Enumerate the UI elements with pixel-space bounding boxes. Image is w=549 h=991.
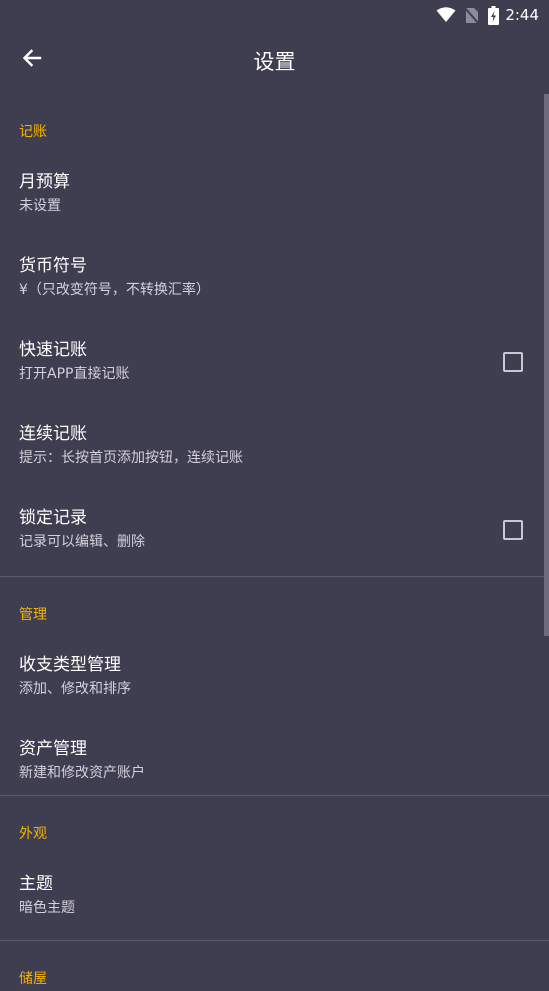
status-icons: 2:44 (436, 4, 539, 26)
no-sim-icon (465, 6, 480, 24)
section-divider (0, 576, 549, 577)
pref-summary: 未设置 (19, 198, 61, 214)
section-divider (0, 940, 549, 941)
pref-title: 资产管理 (19, 739, 87, 759)
pref-summary: 记录可以编辑、删除 (19, 534, 145, 550)
pref-title: 快速记账 (19, 340, 87, 360)
pref-summary: 暗色主题 (19, 900, 75, 916)
category-record: 记账 (19, 124, 47, 140)
pref-title: 锁定记录 (19, 508, 87, 528)
battery-charging-icon (488, 5, 500, 25)
settings-list: 记账 月预算 未设置 货币符号 ¥（只改变符号，不转换汇率） 快速记账 打开AP… (0, 92, 549, 991)
pref-category-manage[interactable]: 收支类型管理 添加、修改和排序 (0, 653, 549, 737)
pref-lock-record[interactable]: 锁定记录 记录可以编辑、删除 (0, 506, 549, 576)
toolbar: 设置 (0, 30, 549, 92)
category-backup: 储屋 (19, 971, 47, 987)
category-appearance: 外观 (19, 826, 47, 842)
pref-theme[interactable]: 主题 暗色主题 (0, 872, 549, 940)
pref-monthly-budget[interactable]: 月预算 未设置 (0, 170, 549, 254)
page-title: 设置 (253, 50, 296, 74)
scrollbar[interactable] (544, 94, 549, 636)
pref-summary: 新建和修改资产账户 (19, 765, 145, 781)
quick-record-checkbox[interactable] (503, 352, 523, 372)
wifi-icon (436, 7, 456, 23)
section-divider (0, 795, 549, 796)
pref-summary: ¥（只改变符号，不转换汇率） (19, 282, 210, 298)
pref-quick-record[interactable]: 快速记账 打开APP直接记账 (0, 338, 549, 422)
category-manage: 管理 (19, 607, 47, 623)
pref-title: 月预算 (19, 172, 70, 192)
pref-summary: 提示：长按首页添加按钮，连续记账 (19, 450, 243, 466)
lock-record-checkbox[interactable] (503, 520, 523, 540)
pref-summary: 添加、修改和排序 (19, 681, 131, 697)
pref-asset-manage[interactable]: 资产管理 新建和修改资产账户 (0, 737, 549, 795)
pref-currency-symbol[interactable]: 货币符号 ¥（只改变符号，不转换汇率） (0, 254, 549, 338)
pref-title: 连续记账 (19, 424, 87, 444)
status-time: 2:44 (505, 6, 539, 24)
pref-continuous-record[interactable]: 连续记账 提示：长按首页添加按钮，连续记账 (0, 422, 549, 506)
status-bar: 2:44 (0, 0, 549, 30)
pref-title: 收支类型管理 (19, 655, 121, 675)
pref-title: 货币符号 (19, 256, 87, 276)
pref-title: 主题 (19, 874, 53, 894)
pref-summary: 打开APP直接记账 (19, 366, 130, 382)
